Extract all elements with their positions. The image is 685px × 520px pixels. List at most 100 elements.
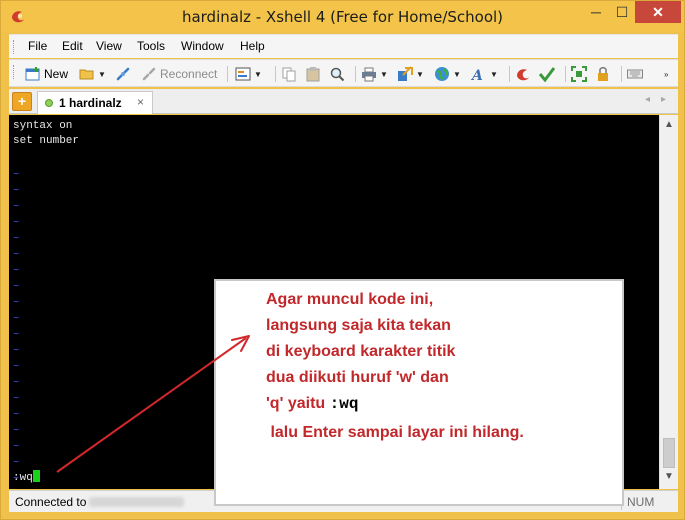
print-icon (361, 66, 377, 82)
vim-command-line: :wq (13, 470, 40, 486)
lock-icon (595, 66, 611, 82)
xftp-icon (538, 66, 556, 83)
terminal-cursor (32, 470, 40, 482)
connect-icon (115, 66, 131, 82)
toolbar-separator (621, 66, 622, 82)
toolbar-separator (565, 66, 566, 82)
open-folder-icon (79, 66, 95, 82)
keyboard-button[interactable] (627, 64, 643, 84)
callout-line: lalu Enter sampai layar ini hilang. (266, 424, 524, 441)
properties-button[interactable]: ▼ (235, 64, 262, 84)
terminal-line: syntax on (13, 120, 73, 132)
properties-icon (235, 66, 251, 82)
fullscreen-button[interactable] (571, 64, 587, 84)
vim-empty-line-marker: ~ (13, 234, 20, 245)
callout-line: dua diikuti huruf 'w' dan (266, 369, 449, 386)
toolbar: New ▼ Reconnect ▼ ▼ ▼ ▼ A ▼ » (9, 59, 678, 87)
tab-label: 1 hardinalz (59, 96, 122, 110)
minimize-button[interactable]: ─ (583, 1, 609, 23)
command-text: :wq (13, 472, 33, 484)
menu-grip[interactable] (13, 40, 16, 54)
menu-edit[interactable]: Edit (62, 39, 83, 53)
vim-empty-line-marker: ~ (13, 298, 20, 309)
keyboard-icon (627, 66, 643, 82)
menu-bar: File Edit View Tools Window Help (9, 34, 678, 58)
menu-tools[interactable]: Tools (137, 39, 165, 53)
paste-button[interactable] (305, 64, 321, 84)
find-icon (329, 66, 345, 82)
xftp-button[interactable] (538, 64, 556, 84)
find-button[interactable] (329, 64, 345, 84)
chevron-down-icon[interactable]: ▼ (453, 70, 461, 79)
chevron-down-icon[interactable]: ▼ (254, 70, 262, 79)
vim-empty-line-marker: ~ (13, 442, 20, 453)
vim-empty-line-marker: ~ (13, 314, 20, 325)
callout-code: :wq (329, 395, 359, 413)
globe-icon (434, 66, 450, 82)
connection-status-icon (45, 99, 53, 107)
scroll-up-icon[interactable]: ▲ (664, 119, 674, 130)
redacted-host (89, 497, 184, 507)
tab-close-icon[interactable]: × (137, 95, 144, 109)
font-icon: A (470, 66, 487, 84)
callout-line: Agar muncul kode ini, (266, 291, 434, 308)
chevron-down-icon[interactable]: ▼ (490, 70, 498, 79)
menu-window[interactable]: Window (181, 39, 224, 53)
svg-text:A: A (471, 68, 483, 82)
close-button[interactable]: ✕ (635, 1, 681, 23)
menu-help[interactable]: Help (240, 39, 265, 53)
vim-empty-line-marker: ~ (13, 426, 20, 437)
reconnect-icon (141, 66, 157, 82)
vim-empty-line-marker: ~ (13, 410, 20, 421)
vim-empty-line-marker: ~ (13, 362, 20, 373)
callout-line: langsung saja kita tekan (266, 317, 451, 334)
menu-file[interactable]: File (28, 39, 47, 53)
fullscreen-icon (571, 66, 587, 82)
add-tab-button[interactable]: + (12, 92, 32, 111)
copy-button[interactable] (281, 64, 297, 84)
scroll-down-icon[interactable]: ▼ (664, 471, 674, 482)
font-button[interactable]: A ▼ (470, 64, 498, 84)
new-button[interactable]: New (25, 64, 68, 84)
toolbar-separator (275, 66, 276, 82)
terminal-scrollbar[interactable]: ▲ ▼ (659, 115, 678, 489)
paste-icon (305, 66, 321, 82)
connection-status: Connected to (15, 495, 87, 509)
vim-empty-line-marker: ~ (13, 250, 20, 261)
chevron-double-right-icon: » (664, 69, 669, 79)
tab-scroll-right-icon[interactable]: ▸ (661, 94, 666, 105)
xshell-button[interactable] (515, 64, 531, 84)
callout-line-text: 'q' yaitu (266, 395, 330, 412)
transfer-icon (397, 66, 413, 82)
session-tab-bar: + 1 hardinalz × ◂ ▸ (9, 89, 678, 114)
lock-button[interactable] (595, 64, 611, 84)
chevron-down-icon[interactable]: ▼ (98, 70, 106, 79)
tab-hardinalz[interactable]: 1 hardinalz × (37, 91, 153, 114)
reconnect-button[interactable]: Reconnect (141, 64, 217, 84)
vim-empty-line-marker: ~ (13, 378, 20, 389)
tab-scroll-left-icon[interactable]: ◂ (645, 94, 650, 105)
menu-view[interactable]: View (96, 39, 122, 53)
vim-empty-line-marker: ~ (13, 330, 20, 341)
callout-line: 'q' yaitu :wq (266, 395, 358, 413)
title-bar[interactable]: hardinalz - Xshell 4 (Free for Home/Scho… (1, 1, 684, 32)
toolbar-separator (227, 66, 228, 82)
open-button[interactable]: ▼ (79, 64, 106, 84)
vim-empty-line-marker: ~ (13, 202, 20, 213)
maximize-button[interactable]: ☐ (609, 1, 635, 23)
chevron-down-icon[interactable]: ▼ (380, 70, 388, 79)
scrollbar-thumb[interactable] (663, 438, 675, 468)
new-label: New (44, 67, 69, 81)
vim-empty-line-marker: ~ (13, 218, 20, 229)
connect-button[interactable] (115, 64, 131, 84)
globe-button[interactable]: ▼ (434, 64, 461, 84)
toolbar-separator (509, 66, 510, 82)
vim-empty-line-marker: ~ (13, 394, 20, 405)
toolbar-grip[interactable] (13, 65, 16, 79)
transfer-button[interactable]: ▼ (397, 64, 424, 84)
print-button[interactable]: ▼ (361, 64, 388, 84)
toolbar-separator (355, 66, 356, 82)
copy-icon (281, 66, 297, 82)
toolbar-overflow-button[interactable]: » (661, 64, 668, 84)
chevron-down-icon[interactable]: ▼ (416, 70, 424, 79)
